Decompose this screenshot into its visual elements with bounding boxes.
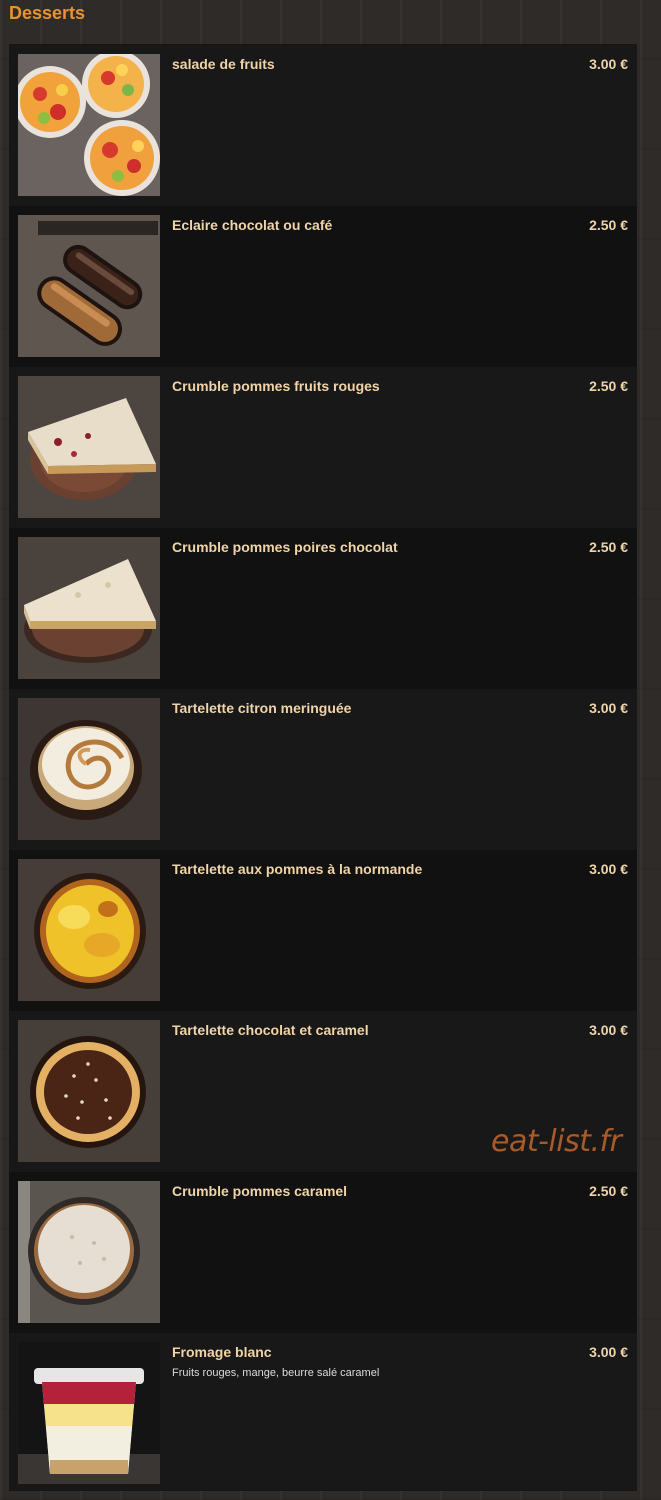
menu-item[interactable]: Crumble pommes caramel 2.50 €: [9, 1172, 637, 1333]
item-name: Tartelette citron meringuée: [172, 700, 352, 716]
crumble-red-fruits-image: [18, 376, 160, 518]
dessert-menu-list: salade de fruits 3.00 € Eclaire chocolat…: [9, 44, 637, 1491]
crumble-caramel-image: [18, 1181, 160, 1323]
chocolate-caramel-tart-image: [18, 1020, 160, 1162]
item-price: 2.50 €: [589, 1183, 628, 1199]
item-name: salade de fruits: [172, 56, 275, 72]
menu-item[interactable]: Tartelette aux pommes à la normande 3.00…: [9, 850, 637, 1011]
item-name: Crumble pommes poires chocolat: [172, 539, 398, 555]
item-price: 3.00 €: [589, 56, 628, 72]
apple-tart-image: [18, 859, 160, 1001]
item-description: Fruits rouges, mange, beurre salé carame…: [172, 1367, 380, 1379]
watermark: eat-list.fr: [491, 1124, 622, 1159]
item-price: 3.00 €: [589, 1022, 628, 1038]
item-price: 3.00 €: [589, 1344, 628, 1360]
item-price: 3.00 €: [589, 861, 628, 877]
item-name: Tartelette aux pommes à la normande: [172, 861, 423, 877]
menu-item[interactable]: Eclaire chocolat ou café 2.50 €: [9, 206, 637, 367]
fromage-blanc-cup-image: [18, 1342, 160, 1484]
section-title: Desserts: [9, 3, 86, 23]
menu-item[interactable]: Tartelette citron meringuée 3.00 €: [9, 689, 637, 850]
item-price: 2.50 €: [589, 378, 628, 394]
item-price: 2.50 €: [589, 217, 628, 233]
item-name: Crumble pommes fruits rouges: [172, 378, 380, 394]
lemon-meringue-tart-image: [18, 698, 160, 840]
menu-item[interactable]: Crumble pommes poires chocolat 2.50 €: [9, 528, 637, 689]
fruit-salad-image: [18, 54, 160, 196]
item-name: Crumble pommes caramel: [172, 1183, 348, 1199]
item-price: 3.00 €: [589, 700, 628, 716]
crumble-pear-chocolate-image: [18, 537, 160, 679]
eclair-image: [18, 215, 160, 357]
menu-item[interactable]: salade de fruits 3.00 €: [9, 45, 637, 206]
item-name: Tartelette chocolat et caramel: [172, 1022, 369, 1038]
menu-item[interactable]: Fromage blanc 3.00 € Fruits rouges, mang…: [9, 1333, 637, 1490]
item-price: 2.50 €: [589, 539, 628, 555]
item-name: Eclaire chocolat ou café: [172, 217, 333, 233]
item-name: Fromage blanc: [172, 1344, 272, 1360]
menu-item[interactable]: Crumble pommes fruits rouges 2.50 €: [9, 367, 637, 528]
